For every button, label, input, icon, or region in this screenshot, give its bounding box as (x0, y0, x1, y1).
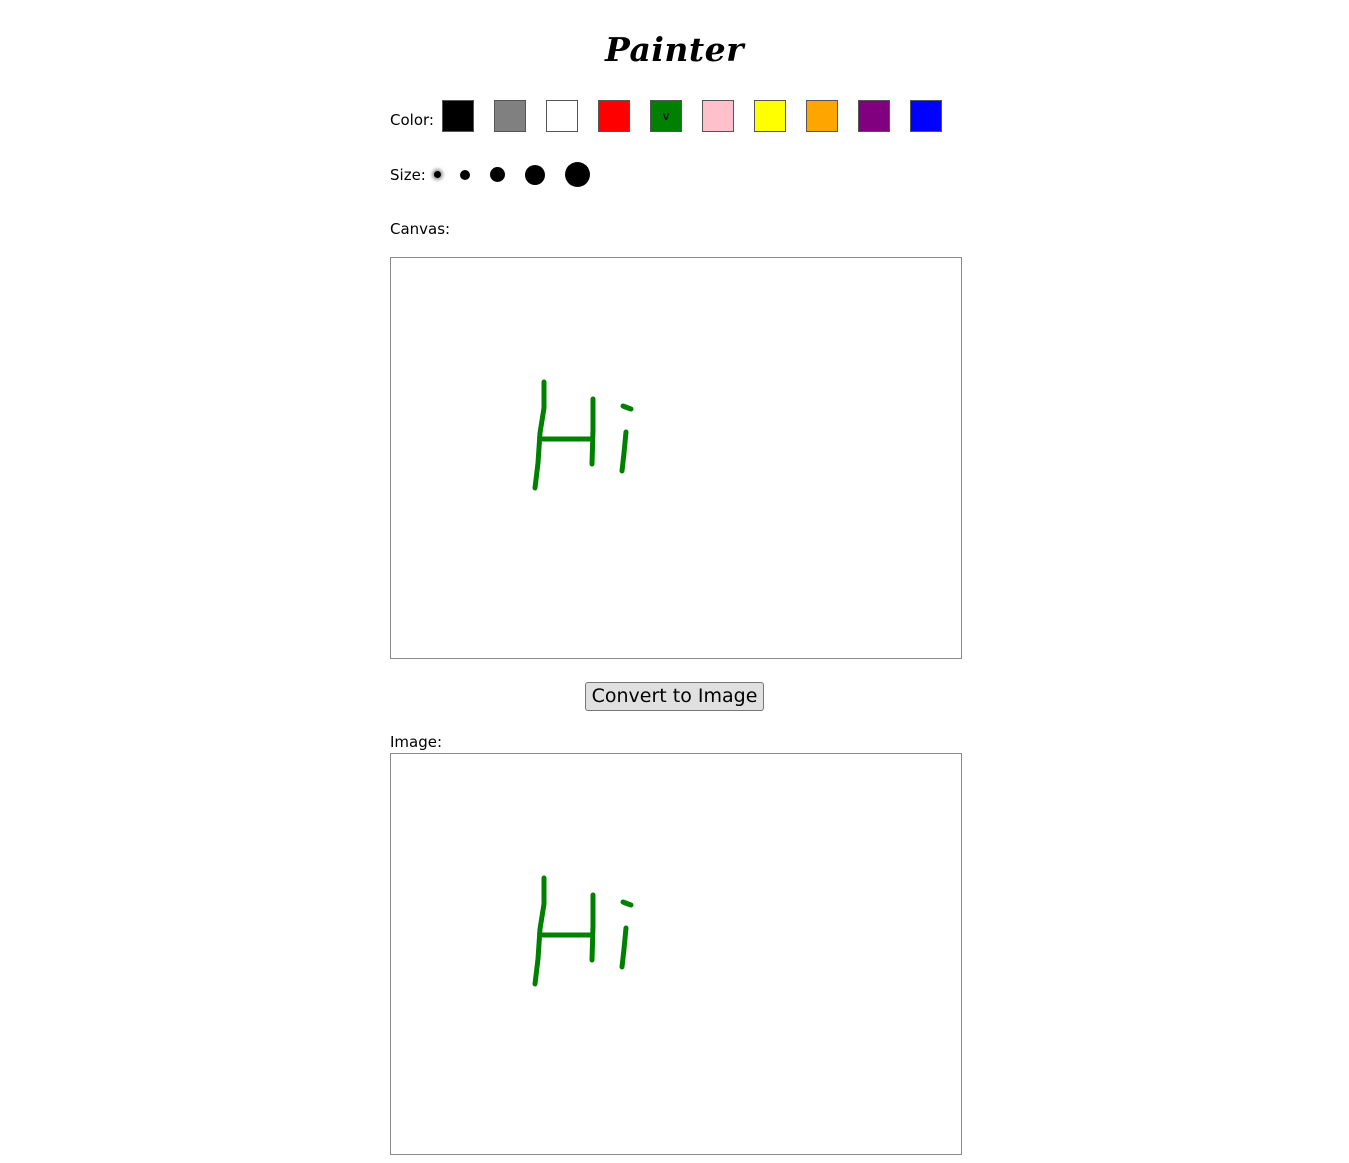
brush-size-medium[interactable] (490, 167, 505, 182)
canvas-drawing (532, 379, 634, 491)
color-swatch-red[interactable] (598, 100, 630, 132)
canvas-stroke (532, 379, 547, 491)
canvas-stroke (589, 396, 596, 467)
color-label: Color: (390, 111, 434, 129)
color-swatch-gray[interactable] (494, 100, 526, 132)
brush-size-extra-small[interactable] (434, 171, 441, 178)
color-swatch-purple[interactable] (858, 100, 890, 132)
canvas-stroke (619, 429, 629, 474)
brush-size-large[interactable] (525, 165, 545, 185)
color-swatch-green[interactable]: v (650, 100, 682, 132)
image-label: Image: (390, 733, 443, 751)
color-swatch-yellow[interactable] (754, 100, 786, 132)
color-swatch-black[interactable] (442, 100, 474, 132)
painter-page: Painter Color: v Size: Canvas: Convert t… (0, 0, 1349, 1163)
color-swatch-blue[interactable] (910, 100, 942, 132)
convert-to-image-button[interactable]: Convert to Image (585, 682, 764, 711)
image-stroke (532, 875, 547, 987)
color-swatch-white[interactable] (546, 100, 578, 132)
color-swatch-pink[interactable] (702, 100, 734, 132)
image-drawing (532, 875, 634, 987)
image-stroke (620, 899, 634, 908)
color-swatch-orange[interactable] (806, 100, 838, 132)
brush-size-small[interactable] (460, 170, 470, 180)
selected-color-marker: v (662, 109, 670, 123)
output-image (390, 753, 962, 1155)
image-stroke (619, 925, 629, 970)
canvas-stroke (620, 403, 634, 412)
drawing-canvas[interactable] (390, 257, 962, 659)
canvas-label: Canvas: (390, 220, 451, 238)
page-title: Painter (605, 30, 744, 69)
size-label: Size: (390, 166, 426, 184)
image-stroke (589, 892, 596, 963)
brush-size-extra-large[interactable] (565, 162, 590, 187)
